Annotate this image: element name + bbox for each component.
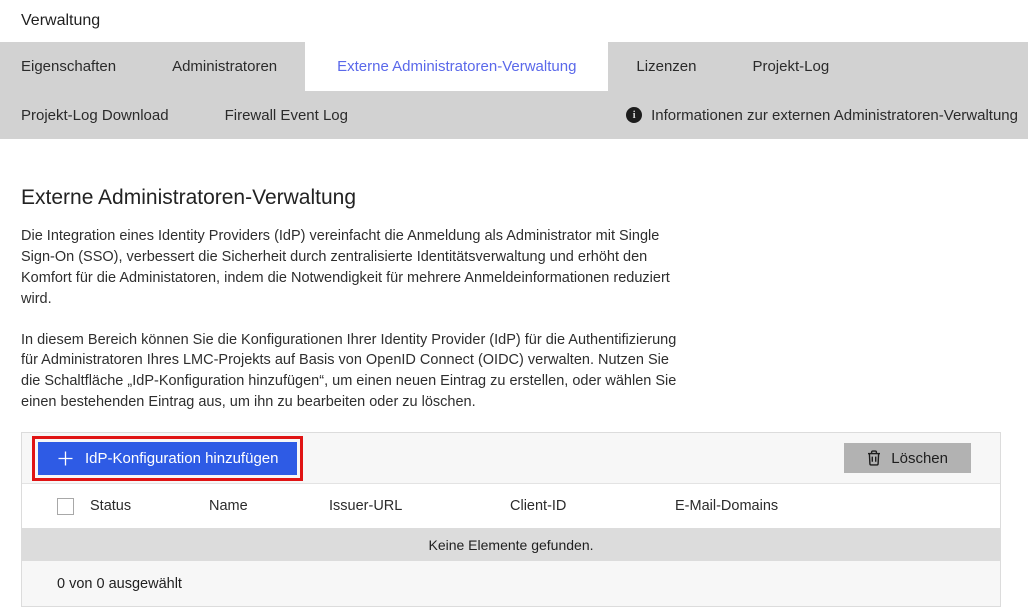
intro-paragraph-1: Die Integration eines Identity Providers… bbox=[21, 226, 681, 310]
tab-row-1: Eigenschaften Administratoren Externe Ad… bbox=[0, 42, 1028, 91]
page-header: Verwaltung bbox=[0, 0, 1028, 42]
tab-firewall-event-log[interactable]: Firewall Event Log bbox=[197, 91, 376, 139]
column-header-email-domains: E-Mail-Domains bbox=[675, 498, 1000, 514]
tab-row-2: Projekt-Log Download Firewall Event Log … bbox=[0, 91, 1028, 139]
column-header-issuer-url: Issuer-URL bbox=[329, 498, 510, 514]
delete-button[interactable]: Löschen bbox=[844, 443, 971, 473]
main-content: Externe Administratoren-Verwaltung Die I… bbox=[0, 186, 1028, 607]
red-highlight-box: IdP-Konfiguration hinzufügen bbox=[32, 436, 303, 481]
trash-icon bbox=[867, 450, 881, 466]
plus-icon bbox=[57, 450, 74, 467]
column-header-status: Status bbox=[90, 498, 209, 514]
empty-message: Keine Elemente gefunden. bbox=[428, 537, 593, 553]
add-idp-config-button[interactable]: IdP-Konfiguration hinzufügen bbox=[38, 442, 297, 475]
tab-eigenschaften[interactable]: Eigenschaften bbox=[0, 42, 144, 91]
table-toolbar: IdP-Konfiguration hinzufügen Löschen bbox=[22, 433, 1000, 484]
selection-summary: 0 von 0 ausgewählt bbox=[57, 576, 182, 592]
info-link-label: Informationen zur externen Administrator… bbox=[651, 107, 1018, 124]
select-all-cell bbox=[22, 498, 90, 515]
table-empty-row: Keine Elemente gefunden. bbox=[22, 528, 1000, 561]
idp-config-panel: IdP-Konfiguration hinzufügen Löschen Sta… bbox=[21, 432, 1001, 607]
tab-projekt-log[interactable]: Projekt-Log bbox=[724, 42, 857, 91]
page-title: Verwaltung bbox=[21, 12, 100, 30]
select-all-checkbox[interactable] bbox=[57, 498, 74, 515]
delete-button-label: Löschen bbox=[891, 450, 948, 467]
tab-lizenzen[interactable]: Lizenzen bbox=[608, 42, 724, 91]
info-link[interactable]: i Informationen zur externen Administrat… bbox=[626, 91, 1028, 139]
add-idp-config-label: IdP-Konfiguration hinzufügen bbox=[85, 450, 278, 467]
tabbar: Eigenschaften Administratoren Externe Ad… bbox=[0, 42, 1028, 139]
tab-administratoren[interactable]: Administratoren bbox=[144, 42, 305, 91]
intro-paragraph-2: In diesem Bereich können Sie die Konfigu… bbox=[21, 330, 681, 414]
column-header-name: Name bbox=[209, 498, 329, 514]
tab-externe-administratoren-verwaltung[interactable]: Externe Administratoren-Verwaltung bbox=[305, 42, 608, 91]
info-circle-icon: i bbox=[626, 107, 642, 123]
tab-projekt-log-download[interactable]: Projekt-Log Download bbox=[0, 91, 197, 139]
content-heading: Externe Administratoren-Verwaltung bbox=[21, 186, 1001, 210]
table-header-row: Status Name Issuer-URL Client-ID E-Mail-… bbox=[22, 484, 1000, 528]
column-header-client-id: Client-ID bbox=[510, 498, 675, 514]
table-footer: 0 von 0 ausgewählt bbox=[22, 561, 1000, 606]
